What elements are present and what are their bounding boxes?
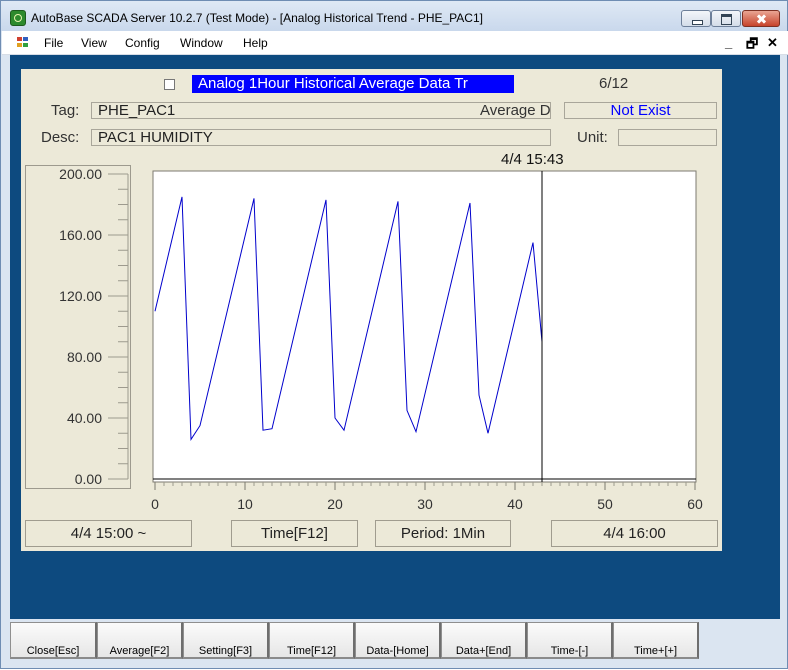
x-tick-label: 20 xyxy=(327,496,343,512)
x-tick-label: 0 xyxy=(151,496,159,512)
y-tick-label: 160.00 xyxy=(59,227,102,243)
period-button[interactable]: Period: 1Min xyxy=(375,520,511,547)
app-window: AutoBase SCADA Server 10.2.7 (Test Mode)… xyxy=(0,0,788,669)
setting-f3-button[interactable]: Setting[F3] xyxy=(183,622,269,659)
plot-area xyxy=(152,170,697,483)
data-plus-end-button[interactable]: Data+[End] xyxy=(441,622,527,659)
time-f12-button[interactable]: Time[F12] xyxy=(269,622,355,659)
data-minus-home-button[interactable]: Data-[Home] xyxy=(355,622,441,659)
time-button[interactable]: Time[F12] xyxy=(231,520,358,547)
y-tick-label: 120.00 xyxy=(59,288,102,304)
average-f2-button[interactable]: Average[F2] xyxy=(97,622,183,659)
y-tick-label: 40.00 xyxy=(67,410,102,426)
x-tick-label: 40 xyxy=(507,496,523,512)
trend-chart[interactable]: 200.00 160.00 120.00 80.00 40.00 0.00 0 10 20 30 4… xyxy=(1,1,788,670)
time-minus-button[interactable]: Time-[-] xyxy=(527,622,613,659)
x-tick-label: 10 xyxy=(237,496,253,512)
time-plus-button[interactable]: Time+[+] xyxy=(613,622,699,659)
start-time-button[interactable]: 4/4 15:00 ~ xyxy=(25,520,192,547)
x-tick-label: 30 xyxy=(417,496,433,512)
x-tick-label: 60 xyxy=(687,496,703,512)
end-time-button[interactable]: 4/4 16:00 xyxy=(551,520,718,547)
x-tick-label: 50 xyxy=(597,496,613,512)
function-key-bar: Close[Esc] Average[F2] Setting[F3] Time[… xyxy=(10,622,780,662)
y-tick-label: 0.00 xyxy=(75,471,102,487)
y-tick-label: 80.00 xyxy=(67,349,102,365)
close-esc-button[interactable]: Close[Esc] xyxy=(10,622,97,659)
y-tick-label: 200.00 xyxy=(59,166,102,182)
